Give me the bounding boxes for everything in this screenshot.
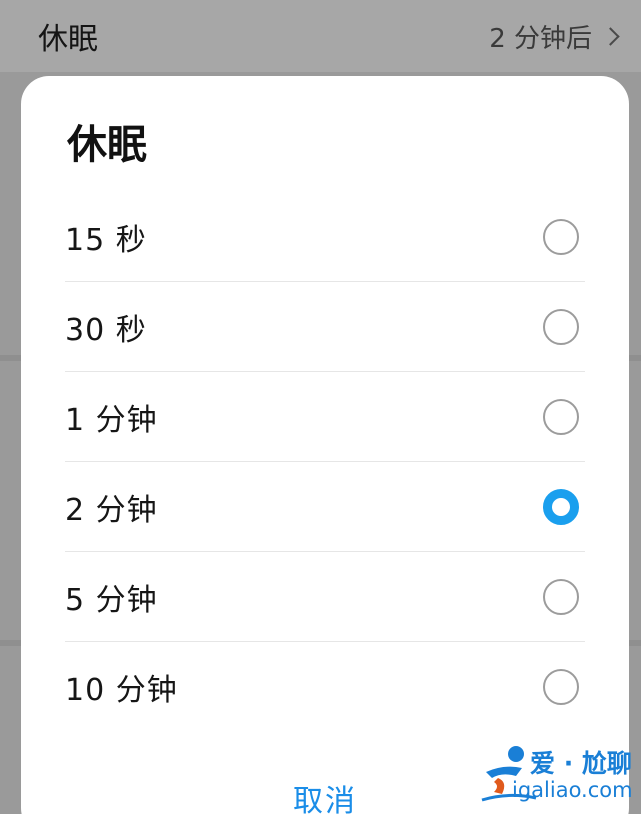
option-label: 10 分钟 (65, 673, 178, 708)
sleep-options-list: 15 秒 30 秒 1 分钟 2 分钟 5 分钟 10 分钟 (65, 192, 585, 732)
option-5-minutes[interactable]: 5 分钟 (65, 552, 585, 642)
option-label: 30 秒 (65, 312, 147, 348)
sleep-setting-row[interactable]: 休眠 2 分钟后 (0, 0, 641, 72)
option-label: 1 分钟 (65, 402, 158, 438)
watermark-text: 爱 · 尬聊 (530, 749, 632, 778)
option-label: 2 分钟 (65, 492, 158, 528)
option-30-seconds[interactable]: 30 秒 (65, 282, 585, 372)
dialog-title: 休眠 (67, 122, 147, 168)
sleep-dialog: 休眠 15 秒 30 秒 1 分钟 2 分钟 5 分钟 10 分钟 取消 (21, 76, 629, 814)
radio-button[interactable] (543, 398, 579, 435)
option-label: 15 秒 (65, 222, 147, 258)
radio-button-selected[interactable] (543, 488, 579, 525)
sleep-setting-title: 休眠 (38, 22, 98, 57)
watermark-url: igaliao.com (512, 778, 633, 802)
watermark: 爱 · 尬聊 igaliao.com (478, 742, 638, 808)
radio-button[interactable] (543, 308, 579, 345)
chevron-right-icon (601, 26, 620, 46)
sleep-setting-value: 2 分钟后 (489, 23, 592, 54)
radio-button[interactable] (543, 218, 579, 255)
radio-button[interactable] (543, 578, 579, 615)
option-2-minutes[interactable]: 2 分钟 (65, 462, 585, 552)
option-label: 5 分钟 (65, 582, 158, 618)
option-10-minutes[interactable]: 10 分钟 (65, 642, 585, 732)
sleep-setting-value-group: 2 分钟后 (489, 18, 620, 55)
radio-button[interactable] (543, 669, 579, 705)
option-15-seconds[interactable]: 15 秒 (65, 192, 585, 282)
option-1-minute[interactable]: 1 分钟 (65, 372, 585, 462)
